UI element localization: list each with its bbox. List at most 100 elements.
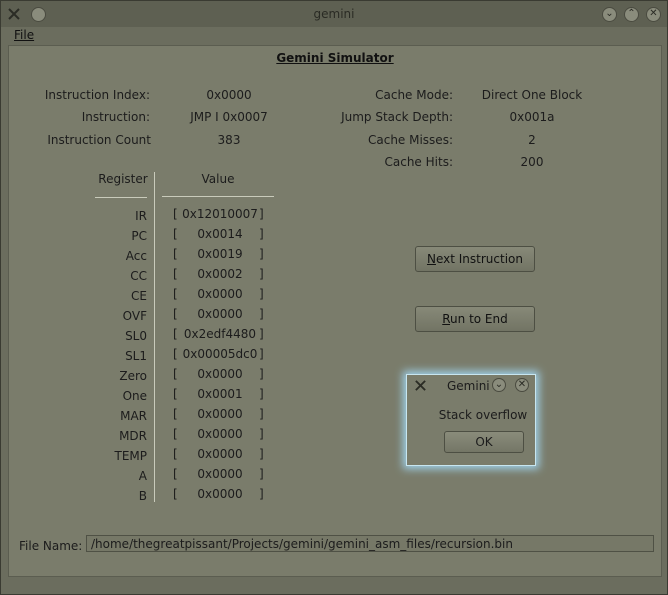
- menu-file[interactable]: File: [14, 28, 34, 42]
- bracket-close: ]: [259, 447, 264, 461]
- cache-mode-label: Cache Mode:: [375, 88, 453, 102]
- file-name-field[interactable]: /home/thegreatpissant/Projects/gemini/ge…: [86, 535, 654, 552]
- bracket-close: ]: [259, 307, 264, 321]
- column-divider: [154, 172, 155, 502]
- instruction-count-label: Instruction Count: [47, 133, 151, 147]
- bracket-open: [: [173, 307, 178, 321]
- bracket-open: [: [173, 327, 178, 341]
- bracket-close: ]: [259, 427, 264, 441]
- register-value: 0x0001: [197, 387, 243, 401]
- chevron-down-icon[interactable]: ⌄: [602, 7, 617, 22]
- register-name: MDR: [119, 429, 147, 443]
- bracket-open: [: [173, 247, 178, 261]
- register-value: 0x0002: [197, 267, 243, 281]
- ok-button[interactable]: OK: [444, 431, 524, 453]
- cache-misses-label: Cache Misses:: [367, 133, 453, 147]
- register-value: 0x0000: [197, 467, 243, 481]
- bracket-close: ]: [259, 347, 264, 361]
- instruction-count-value: 383: [217, 133, 241, 147]
- cache-hits-label: Cache Hits:: [384, 155, 454, 169]
- bracket-close: ]: [259, 207, 264, 221]
- register-name: One: [122, 389, 147, 403]
- next-instruction-button[interactable]: Next Instruction: [415, 246, 535, 272]
- run-to-end-button[interactable]: Run to End: [415, 306, 535, 332]
- instruction-index-value: 0x0000: [206, 88, 252, 102]
- instruction-index-label: Instruction Index:: [44, 88, 150, 102]
- menu-bar: File: [1, 27, 667, 45]
- register-value: 0x0000: [197, 307, 243, 321]
- register-name: CC: [130, 269, 147, 283]
- register-value: 0x0000: [197, 427, 243, 441]
- close-icon[interactable]: ✕: [515, 378, 529, 392]
- bracket-open: [: [173, 487, 178, 501]
- register-value: 0x0014: [197, 227, 243, 241]
- page-title: Gemini Simulator: [276, 51, 394, 65]
- register-value: 0x0019: [197, 247, 243, 261]
- jump-stack-depth-value: 0x001a: [509, 110, 555, 124]
- register-name: A: [138, 469, 147, 483]
- window-title: gemini: [313, 7, 355, 21]
- bracket-close: ]: [259, 267, 264, 281]
- bracket-open: [: [173, 267, 178, 281]
- register-value: 0x0000: [197, 487, 243, 501]
- register-name: OVF: [122, 309, 147, 323]
- close-icon[interactable]: ✕: [646, 7, 661, 22]
- bracket-open: [: [173, 407, 178, 421]
- register-value: 0x0000: [197, 447, 243, 461]
- dialog-title-bar[interactable]: Gemini ⌄ ✕: [407, 375, 535, 395]
- register-name: TEMP: [114, 449, 147, 463]
- cache-misses-value: 2: [528, 133, 536, 147]
- simulator-panel: Gemini Simulator Instruction Index: 0x00…: [8, 45, 662, 577]
- jump-stack-depth-label: Jump Stack Depth:: [341, 110, 453, 124]
- register-value: 0x0000: [197, 367, 243, 381]
- bracket-close: ]: [259, 367, 264, 381]
- cache-hits-value: 200: [520, 155, 544, 169]
- bracket-open: [: [173, 447, 178, 461]
- value-column-header: Value: [201, 172, 235, 186]
- file-name-label: File Name:: [19, 539, 83, 553]
- bracket-open: [: [173, 387, 178, 401]
- instruction-label: Instruction:: [81, 110, 150, 124]
- register-column-header: Register: [98, 172, 148, 186]
- bracket-close: ]: [259, 327, 264, 341]
- dialog-title: Gemini: [447, 379, 490, 393]
- bracket-close: ]: [259, 467, 264, 481]
- register-name: MAR: [120, 409, 147, 423]
- register-name: IR: [135, 209, 147, 223]
- register-name: PC: [131, 229, 147, 243]
- register-name: SL0: [125, 329, 147, 343]
- bracket-open: [: [173, 427, 178, 441]
- value-header-divider: [162, 196, 274, 197]
- register-value: 0x12010007: [182, 207, 258, 221]
- dialog-message: Stack overflow: [438, 408, 528, 422]
- bracket-open: [: [173, 467, 178, 481]
- bracket-close: ]: [259, 387, 264, 401]
- chevron-up-icon[interactable]: ⌃: [624, 7, 639, 22]
- bracket-close: ]: [259, 247, 264, 261]
- bracket-open: [: [173, 367, 178, 381]
- stack-overflow-dialog: Gemini ⌄ ✕ Stack overflow OK: [406, 374, 536, 466]
- register-value: 0x2edf4480: [183, 327, 257, 341]
- register-value: 0x0000: [197, 287, 243, 301]
- cache-mode-value: Direct One Block: [481, 88, 583, 102]
- tools-icon: [415, 380, 426, 391]
- main-window: gemini ⌄ ⌃ ✕ File Gemini Simulator Instr…: [0, 0, 668, 595]
- bracket-open: [: [173, 207, 178, 221]
- bracket-close: ]: [259, 487, 264, 501]
- title-bar[interactable]: gemini ⌄ ⌃ ✕: [1, 1, 667, 27]
- register-name: Zero: [119, 369, 147, 383]
- bracket-close: ]: [259, 407, 264, 421]
- instruction-value: JMP I 0x0007: [190, 110, 268, 124]
- register-header-divider: [95, 197, 147, 198]
- bracket-open: [: [173, 287, 178, 301]
- register-name: Acc: [125, 249, 147, 263]
- register-name: CE: [131, 289, 147, 303]
- register-name: SL1: [125, 349, 147, 363]
- bracket-close: ]: [259, 287, 264, 301]
- register-name: B: [138, 489, 147, 503]
- bracket-open: [: [173, 347, 178, 361]
- register-value: 0x0000: [197, 407, 243, 421]
- chevron-down-icon[interactable]: ⌄: [492, 378, 506, 392]
- bracket-close: ]: [259, 227, 264, 241]
- bracket-open: [: [173, 227, 178, 241]
